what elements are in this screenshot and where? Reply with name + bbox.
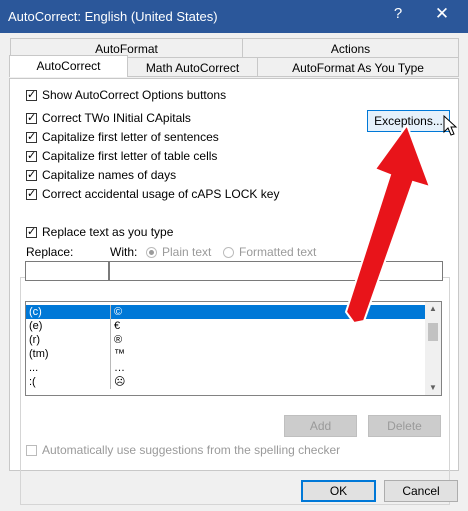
red-arrow-annotation <box>344 125 430 325</box>
checkbox-box[interactable] <box>26 111 37 124</box>
replace-as-you-type-checkbox[interactable]: Replace text as you type <box>26 225 177 239</box>
list-item[interactable]: :( ☹ <box>26 375 426 389</box>
replace-label: Replace: <box>26 245 74 259</box>
tab-autocorrect[interactable]: AutoCorrect <box>9 55 128 77</box>
show-options-buttons-checkbox[interactable]: Show AutoCorrect Options buttons <box>26 88 226 102</box>
tab-math-autocorrect[interactable]: Math AutoCorrect <box>127 57 258 77</box>
formatted-text-radio[interactable]: Formatted text <box>223 245 316 259</box>
entry-with: ☹ <box>114 376 126 388</box>
tab-autoformat-as-you-type[interactable]: AutoFormat As You Type <box>257 57 459 77</box>
column-divider <box>110 361 111 375</box>
checkbox-box[interactable] <box>26 168 37 181</box>
add-button[interactable]: Add <box>284 415 357 437</box>
checkbox-box[interactable] <box>26 130 37 143</box>
checkbox-label: Capitalize names of days <box>42 168 177 182</box>
checkbox-box[interactable] <box>26 187 37 200</box>
entry-replace: (tm) <box>29 348 49 360</box>
checkbox-label: Correct TWo INitial CApitals <box>42 111 191 125</box>
checkbox-label: Automatically use suggestions from the s… <box>42 443 341 457</box>
cancel-button[interactable]: Cancel <box>384 480 458 502</box>
capitalize-table-cells-checkbox[interactable]: Capitalize first letter of table cells <box>26 149 217 163</box>
radio-label: Plain text <box>162 245 212 259</box>
entry-with: € <box>114 320 121 332</box>
entry-with: ® <box>114 334 123 346</box>
replace-input[interactable] <box>25 261 109 281</box>
scroll-down-icon[interactable]: ▼ <box>425 381 441 395</box>
spelling-suggestions-checkbox[interactable]: Automatically use suggestions from the s… <box>26 443 340 457</box>
checkbox-box[interactable] <box>26 149 37 162</box>
tab-actions[interactable]: Actions <box>242 38 459 58</box>
radio-label: Formatted text <box>239 245 317 259</box>
plain-text-radio[interactable]: Plain text <box>146 245 211 259</box>
checkbox-label: Show AutoCorrect Options buttons <box>42 88 227 102</box>
checkbox-box[interactable] <box>26 444 37 456</box>
entry-replace: (e) <box>29 320 43 332</box>
checkbox-box[interactable] <box>26 88 37 101</box>
list-item[interactable]: ... … <box>26 361 426 375</box>
entry-replace: ... <box>29 362 39 374</box>
entry-replace: (c) <box>29 306 42 318</box>
correct-caps-lock-checkbox[interactable]: Correct accidental usage of cAPS LOCK ke… <box>26 187 279 201</box>
arrow-shape <box>344 125 430 325</box>
with-label: With: <box>110 245 138 259</box>
list-item[interactable]: (r) ® <box>26 333 426 347</box>
window-title: AutoCorrect: English (United States) <box>8 9 218 24</box>
checkbox-label: Capitalize first letter of sentences <box>42 130 219 144</box>
entry-replace: (r) <box>29 334 40 346</box>
checkbox-label: Replace text as you type <box>42 225 174 239</box>
entry-with: … <box>114 362 125 374</box>
correct-two-initial-checkbox[interactable]: Correct TWo INitial CApitals <box>26 111 191 125</box>
radio-dot[interactable] <box>146 247 157 259</box>
entry-with: © <box>114 306 123 318</box>
entry-with: ™ <box>114 348 125 360</box>
checkbox-label: Capitalize first letter of table cells <box>42 149 218 163</box>
capitalize-days-checkbox[interactable]: Capitalize names of days <box>26 168 176 182</box>
ok-button[interactable]: OK <box>301 480 376 502</box>
column-divider <box>110 305 111 319</box>
title-bar: AutoCorrect: English (United States) ? ✕ <box>0 0 468 33</box>
mouse-cursor-icon <box>443 115 458 136</box>
help-icon[interactable]: ? <box>388 5 408 27</box>
column-divider <box>110 319 111 333</box>
column-divider <box>110 333 111 347</box>
close-icon[interactable]: ✕ <box>432 4 452 26</box>
column-divider <box>110 375 111 389</box>
capitalize-sentences-checkbox[interactable]: Capitalize first letter of sentences <box>26 130 219 144</box>
checkbox-box[interactable] <box>26 225 37 238</box>
radio-dot[interactable] <box>223 247 234 259</box>
delete-button[interactable]: Delete <box>368 415 441 437</box>
column-divider <box>110 347 111 361</box>
list-item[interactable]: (tm) ™ <box>26 347 426 361</box>
checkbox-label: Correct accidental usage of cAPS LOCK ke… <box>42 187 280 201</box>
entry-replace: :( <box>29 376 36 388</box>
scroll-thumb[interactable] <box>428 323 438 341</box>
